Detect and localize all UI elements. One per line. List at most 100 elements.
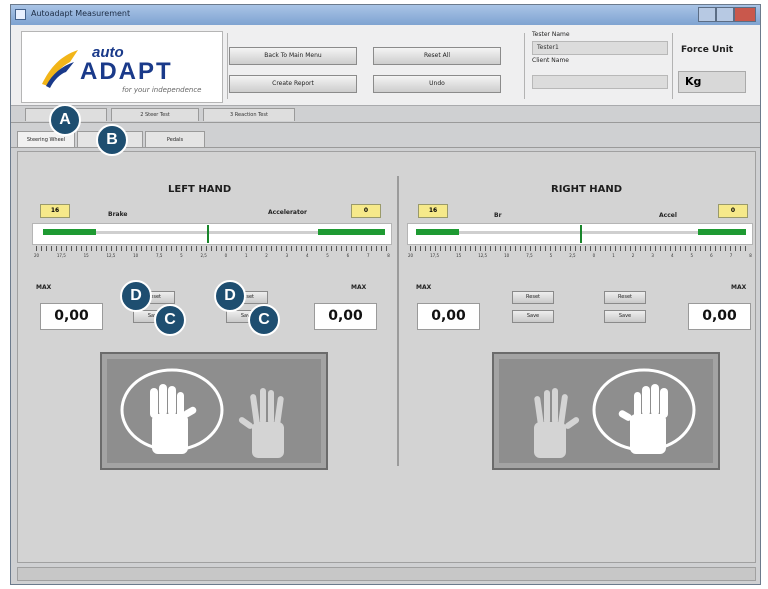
right-accelerator-fill <box>698 229 746 235</box>
right-scale-ticks <box>410 246 750 251</box>
left-scale-ticks <box>36 246 388 251</box>
callout-c-2: C <box>248 304 280 336</box>
scale-tick-label: 15 <box>83 253 89 258</box>
scale-tick-label: 17,5 <box>430 253 440 258</box>
scale-tick-label: 1 <box>244 253 248 258</box>
tab-3-reaction-test[interactable]: 3 Reaction Test <box>203 108 295 121</box>
scale-tick-label: 8 <box>387 253 390 258</box>
right-save-button-2[interactable]: Save <box>604 310 646 323</box>
tab-2-steer-test[interactable]: 2 Steer Test <box>111 108 199 121</box>
create-report-button[interactable]: Create Report <box>229 75 357 93</box>
right-accelerator-value: 0 <box>718 204 748 218</box>
right-max-value-2: 0,00 <box>688 303 751 330</box>
slider-zero-marker <box>207 225 209 243</box>
scale-tick-label: 6 <box>710 253 713 258</box>
header-divider <box>227 33 228 99</box>
logo-swoosh-icon <box>42 50 78 88</box>
tester-name-field[interactable]: Tester1 <box>532 41 668 55</box>
callout-c-1: C <box>154 304 186 336</box>
right-hand-icon <box>238 388 284 458</box>
scale-tick-label: 7,5 <box>156 253 163 258</box>
scale-tick-label: 4 <box>305 253 309 258</box>
left-scale-labels: 20 17,5 15 12,5 10 7,5 5 2,5 0 1 2 3 4 5 6 7 8 <box>34 253 390 261</box>
back-to-main-menu-button[interactable]: Back To Main Menu <box>229 47 357 65</box>
scale-tick-label: 8 <box>749 253 752 258</box>
scale-tick-label: 5 <box>690 253 694 258</box>
logo-word-adapt: ADAPT <box>80 58 173 85</box>
right-force-slider[interactable] <box>407 223 753 245</box>
left-max-label-2: MAX <box>351 284 367 291</box>
right-reset-button-2[interactable]: Reset <box>604 291 646 304</box>
left-hand-icon <box>150 384 197 454</box>
maximize-button[interactable] <box>716 7 734 22</box>
scale-tick-label: 5 <box>180 253 183 258</box>
scale-tick-label: 4 <box>670 253 674 258</box>
scale-tick-label: 3 <box>285 253 289 258</box>
left-hand-title: LEFT HAND <box>168 184 232 195</box>
right-max-value-1: 0,00 <box>417 303 480 330</box>
slider-zero-marker <box>580 225 582 243</box>
left-accelerator-fill <box>318 229 385 235</box>
left-max-value-1: 0,00 <box>40 303 103 330</box>
scale-tick-label: 5 <box>326 253 329 258</box>
logo: auto ADAPT for your independence <box>21 31 223 103</box>
client-name-field[interactable] <box>532 75 668 89</box>
scale-tick-label: 20 <box>408 253 414 258</box>
scale-tick-label: 10 <box>133 253 139 258</box>
left-max-label-1: MAX <box>36 284 52 291</box>
main-tabs: 1 Hand 2 Steer Test 3 Reaction Test <box>11 108 760 123</box>
scale-tick-label: 0 <box>224 253 228 258</box>
right-brake-value: 16 <box>418 204 448 218</box>
right-scale-labels: 20 17,5 15 12,5 10 7,5 5 2,5 0 1 2 3 4 5 6 7 8 <box>408 253 752 261</box>
force-unit-label: Force Unit <box>681 45 734 55</box>
scale-tick-label: 7,5 <box>526 253 533 258</box>
header-divider <box>672 33 673 99</box>
right-brake-fill <box>416 229 459 235</box>
left-max-value-2: 0,00 <box>314 303 377 330</box>
right-reset-button-1[interactable]: Reset <box>512 291 554 304</box>
scale-tick-label: 2,5 <box>569 253 576 258</box>
left-hand-diagram <box>100 352 328 470</box>
scale-tick-label: 1 <box>612 253 615 258</box>
right-max-label-1: MAX <box>416 284 432 291</box>
minimize-button[interactable] <box>698 7 716 22</box>
scale-tick-label: 20 <box>34 253 40 258</box>
left-force-slider[interactable] <box>32 223 392 245</box>
header: auto ADAPT for your independence Back To… <box>11 25 760 106</box>
right-hand-diagram <box>492 352 720 470</box>
left-brake-label: Brake <box>108 211 128 218</box>
right-save-button-1[interactable]: Save <box>512 310 554 323</box>
title-bar: Autoadapt Measurement <box>11 5 760 25</box>
tester-name-label: Tester Name <box>532 31 570 38</box>
reset-all-button[interactable]: Reset All <box>373 47 501 65</box>
app-icon <box>15 9 26 20</box>
left-hand-icon <box>534 388 580 458</box>
force-unit-value[interactable]: Kg <box>678 71 746 93</box>
right-hand-title: RIGHT HAND <box>551 184 623 195</box>
scale-tick-label: 12,5 <box>478 253 488 258</box>
left-brake-fill <box>43 229 96 235</box>
scale-tick-label: 12,5 <box>106 253 116 258</box>
undo-button[interactable]: Undo <box>373 75 501 93</box>
scale-tick-label: 0 <box>592 253 596 258</box>
scale-tick-label: 7 <box>729 253 733 258</box>
scale-tick-label: 2,5 <box>200 253 207 258</box>
client-name-label: Client Name <box>532 57 569 64</box>
callout-d-1: D <box>120 280 152 312</box>
left-accelerator-label: Accelerator <box>268 209 307 216</box>
callout-a: A <box>49 104 81 136</box>
callout-d-2: D <box>214 280 246 312</box>
window-controls <box>698 7 756 22</box>
scale-tick-label: 6 <box>346 253 350 258</box>
header-divider <box>524 33 525 99</box>
test-panel: LEFT HAND 16 Brake Accelerator 0 20 17,5 1… <box>17 151 756 563</box>
tab-pedals[interactable]: Pedals <box>145 131 205 147</box>
window-title: Autoadapt Measurement <box>31 9 131 18</box>
close-button[interactable] <box>734 7 756 22</box>
hands-divider <box>397 176 399 466</box>
scale-tick-label: 5 <box>549 253 553 258</box>
right-brake-label: Br <box>494 212 502 219</box>
right-accelerator-label: Accel <box>659 212 677 219</box>
scale-tick-label: 2 <box>265 253 268 258</box>
scale-tick-label: 2 <box>631 253 635 258</box>
